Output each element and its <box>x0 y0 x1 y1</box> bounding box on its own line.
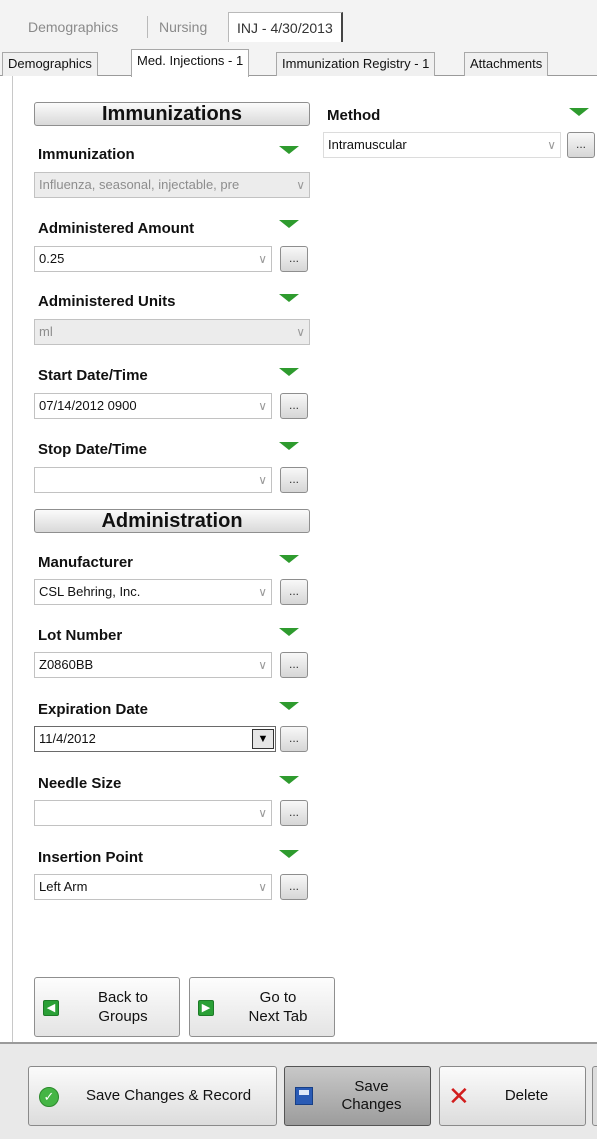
top-tab-strip: Demographics Nursing INJ - 4/30/2013 <box>0 0 597 48</box>
delete-label: Delete <box>504 1087 549 1104</box>
red-x-icon: ✕ <box>448 1081 470 1111</box>
go-to-next-tab-button[interactable]: ▶ Go to Next Tab <box>189 977 335 1037</box>
method-select[interactable]: Intramuscular ∨ <box>323 132 561 158</box>
green-triangle-icon[interactable] <box>279 702 299 710</box>
back-button-line2: Groups <box>98 1008 148 1025</box>
tab-immunization-registry[interactable]: Immunization Registry - 1 <box>276 52 436 76</box>
save-label-line1: Save <box>354 1078 389 1095</box>
expiration-date-ellipsis-button[interactable]: ... <box>280 726 308 752</box>
green-triangle-icon[interactable] <box>279 555 299 563</box>
administered-units-label: Administered Units <box>38 293 176 310</box>
expiration-date-picker[interactable]: 11/4/2012 ▼ <box>34 726 276 752</box>
tab-inj-record[interactable]: INJ - 4/30/2013 <box>228 12 343 42</box>
chevron-down-icon: ∨ <box>296 325 305 339</box>
green-triangle-icon[interactable] <box>569 108 589 116</box>
stop-datetime-label: Stop Date/Time <box>38 441 147 458</box>
immunization-select: Influenza, seasonal, injectable, pre ∨ <box>34 172 310 198</box>
green-arrow-left-icon: ◀ <box>43 1000 59 1016</box>
green-triangle-icon[interactable] <box>279 146 299 154</box>
administered-amount-label: Administered Amount <box>38 220 195 237</box>
administered-amount-select[interactable]: 0.25 ∨ <box>34 246 272 272</box>
start-datetime-select[interactable]: 07/14/2012 0900 ∨ <box>34 393 272 419</box>
chevron-down-icon[interactable]: ∨ <box>258 875 267 899</box>
tab-demographics-top[interactable]: Demographics <box>20 12 126 42</box>
lot-number-ellipsis-button[interactable]: ... <box>280 652 308 678</box>
lot-number-select[interactable]: Z0860BB ∨ <box>34 652 272 678</box>
needle-size-select[interactable]: ∨ <box>34 800 272 826</box>
start-datetime-ellipsis-button[interactable]: ... <box>280 393 308 419</box>
green-triangle-icon[interactable] <box>279 850 299 858</box>
save-changes-button[interactable]: Save Changes <box>284 1066 431 1126</box>
lot-number-label: Lot Number <box>38 627 123 644</box>
green-arrow-right-icon: ▶ <box>198 1000 214 1016</box>
immunization-label: Immunization <box>38 146 135 163</box>
tab-nursing[interactable]: Nursing <box>151 12 215 42</box>
calendar-dropdown-icon[interactable]: ▼ <box>252 729 274 749</box>
green-triangle-icon[interactable] <box>279 220 299 228</box>
needle-size-ellipsis-button[interactable]: ... <box>280 800 308 826</box>
green-triangle-icon[interactable] <box>279 776 299 784</box>
delete-button[interactable]: ✕ Delete <box>439 1066 586 1126</box>
manufacturer-ellipsis-button[interactable]: ... <box>280 579 308 605</box>
green-triangle-icon[interactable] <box>279 294 299 302</box>
chevron-down-icon[interactable]: ∨ <box>547 133 556 157</box>
method-ellipsis-button[interactable]: ... <box>567 132 595 158</box>
next-button-line1: Go to <box>259 989 297 1006</box>
back-button-line1: Back to <box>97 989 149 1006</box>
tab-attachments[interactable]: Attachments <box>464 52 549 76</box>
stop-datetime-select[interactable]: ∨ <box>34 467 272 493</box>
insertion-point-select[interactable]: Left Arm ∨ <box>34 874 272 900</box>
save-label-line2: Changes <box>341 1096 402 1113</box>
tab-separator <box>147 16 148 38</box>
manufacturer-label: Manufacturer <box>38 554 134 571</box>
method-label: Method <box>327 107 381 124</box>
back-to-groups-button[interactable]: ◀ Back to Groups <box>34 977 180 1037</box>
green-triangle-icon[interactable] <box>279 368 299 376</box>
insertion-point-label: Insertion Point <box>38 849 143 866</box>
chevron-down-icon[interactable]: ∨ <box>258 468 267 492</box>
manufacturer-select[interactable]: CSL Behring, Inc. ∨ <box>34 579 272 605</box>
partially-visible-button[interactable] <box>592 1066 597 1126</box>
chevron-down-icon[interactable]: ∨ <box>258 247 267 271</box>
next-button-line2: Next Tab <box>248 1008 308 1025</box>
green-triangle-icon[interactable] <box>279 628 299 636</box>
chevron-down-icon[interactable]: ∨ <box>258 580 267 604</box>
expiration-date-label: Expiration Date <box>38 701 149 718</box>
chevron-down-icon[interactable]: ∨ <box>258 801 267 825</box>
green-triangle-icon[interactable] <box>279 442 299 450</box>
action-bar: ✓ Save Changes & Record Save Changes ✕ D… <box>0 1042 597 1139</box>
form-panel: Immunizations Immunization Influenza, se… <box>12 76 597 1042</box>
start-datetime-label: Start Date/Time <box>38 367 148 384</box>
floppy-disk-icon <box>295 1087 313 1105</box>
sub-tab-strip: Demographics Med. Injections - 1 Immuniz… <box>0 48 597 77</box>
chevron-down-icon[interactable]: ∨ <box>258 653 267 677</box>
stop-datetime-ellipsis-button[interactable]: ... <box>280 467 308 493</box>
chevron-down-icon: ∨ <box>296 178 305 192</box>
administered-units-select: ml ∨ <box>34 319 310 345</box>
immunizations-section-header: Immunizations <box>34 102 310 126</box>
tab-med-injections[interactable]: Med. Injections - 1 <box>131 49 250 77</box>
administered-amount-ellipsis-button[interactable]: ... <box>280 246 308 272</box>
chevron-down-icon[interactable]: ∨ <box>258 394 267 418</box>
save-changes-and-record-button[interactable]: ✓ Save Changes & Record <box>28 1066 277 1126</box>
tab-demographics[interactable]: Demographics <box>2 52 98 76</box>
administration-section-header: Administration <box>34 509 310 533</box>
needle-size-label: Needle Size <box>38 775 122 792</box>
insertion-point-ellipsis-button[interactable]: ... <box>280 874 308 900</box>
green-check-icon: ✓ <box>39 1087 59 1107</box>
save-record-label: Save Changes & Record <box>85 1087 252 1104</box>
